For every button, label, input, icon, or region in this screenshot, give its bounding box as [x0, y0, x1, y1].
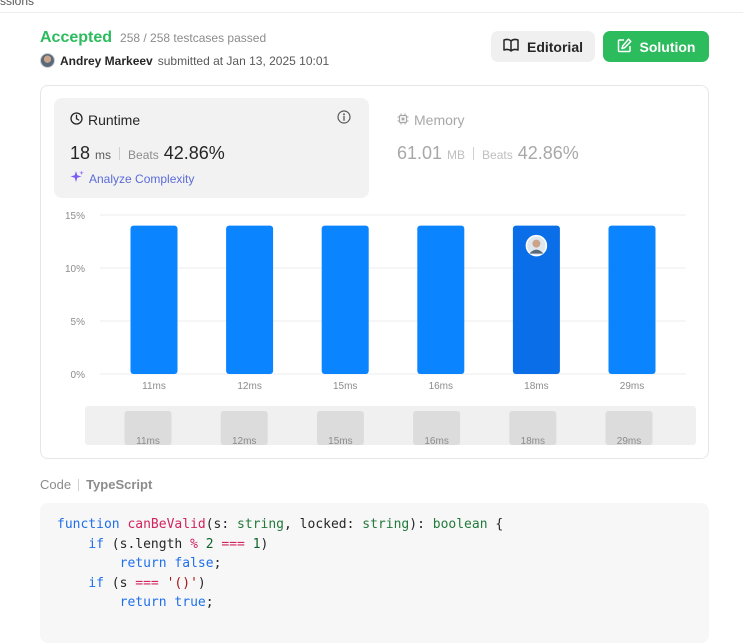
edit-icon	[617, 37, 632, 56]
runtime-metric: 18 ms Beats 42.86%	[70, 143, 225, 164]
runtime-value: 18	[70, 143, 91, 163]
top-fragment-text: ssions	[0, 0, 35, 8]
code-block[interactable]: function canBeValid(s: string, locked: s…	[40, 503, 709, 643]
metric-divider	[473, 147, 475, 160]
code-content: function canBeValid(s: string, locked: s…	[57, 517, 504, 610]
metric-divider	[119, 147, 121, 160]
memory-beats-label: Beats	[482, 148, 513, 162]
submission-author: Andrey Markeev submitted at Jan 13, 2025…	[40, 53, 329, 68]
memory-unit: MB	[447, 148, 466, 162]
submission-status: Accepted 258 / 258 testcases passed	[40, 29, 266, 47]
runtime-beats-value: 42.86%	[163, 143, 225, 163]
analyze-complexity-label: Analyze Complexity	[89, 171, 195, 186]
runtime-card[interactable]: Runtime 18 ms Beats 42.86% Analyze Compl…	[54, 98, 369, 198]
memory-value: 61.01	[397, 143, 443, 163]
code-label: Code	[40, 477, 72, 492]
solution-label: Solution	[639, 38, 696, 55]
memory-title[interactable]: Memory	[397, 112, 465, 128]
memory-metric: 61.01 MB Beats 42.86%	[397, 143, 579, 164]
testcases-passed: 258 / 258 testcases passed	[120, 31, 267, 45]
avatar[interactable]	[40, 53, 55, 68]
runtime-title: Runtime	[70, 112, 140, 128]
editorial-button[interactable]: Editorial	[491, 31, 595, 62]
sparkle-icon	[70, 170, 84, 187]
analyze-complexity-link[interactable]: Analyze Complexity	[70, 170, 194, 187]
chip-icon	[397, 112, 409, 128]
memory-label: Memory	[414, 112, 465, 128]
submitted-at: submitted at Jan 13, 2025 10:01	[157, 53, 330, 68]
author-name[interactable]: Andrey Markeev	[60, 54, 153, 68]
info-icon[interactable]	[337, 110, 351, 129]
editorial-label: Editorial	[526, 38, 583, 55]
memory-beats-value: 42.86%	[517, 143, 579, 163]
solution-button[interactable]: Solution	[603, 31, 709, 62]
runtime-unit: ms	[95, 148, 112, 162]
runtime-beats-label: Beats	[128, 148, 159, 162]
runtime-label: Runtime	[88, 112, 141, 128]
code-language: TypeScript	[86, 477, 153, 492]
clock-icon	[70, 112, 83, 128]
code-header: Code TypeScript	[40, 477, 152, 492]
status-accepted: Accepted	[40, 29, 113, 46]
code-header-divider	[78, 478, 80, 491]
header-divider	[0, 12, 743, 13]
book-icon	[503, 38, 519, 55]
